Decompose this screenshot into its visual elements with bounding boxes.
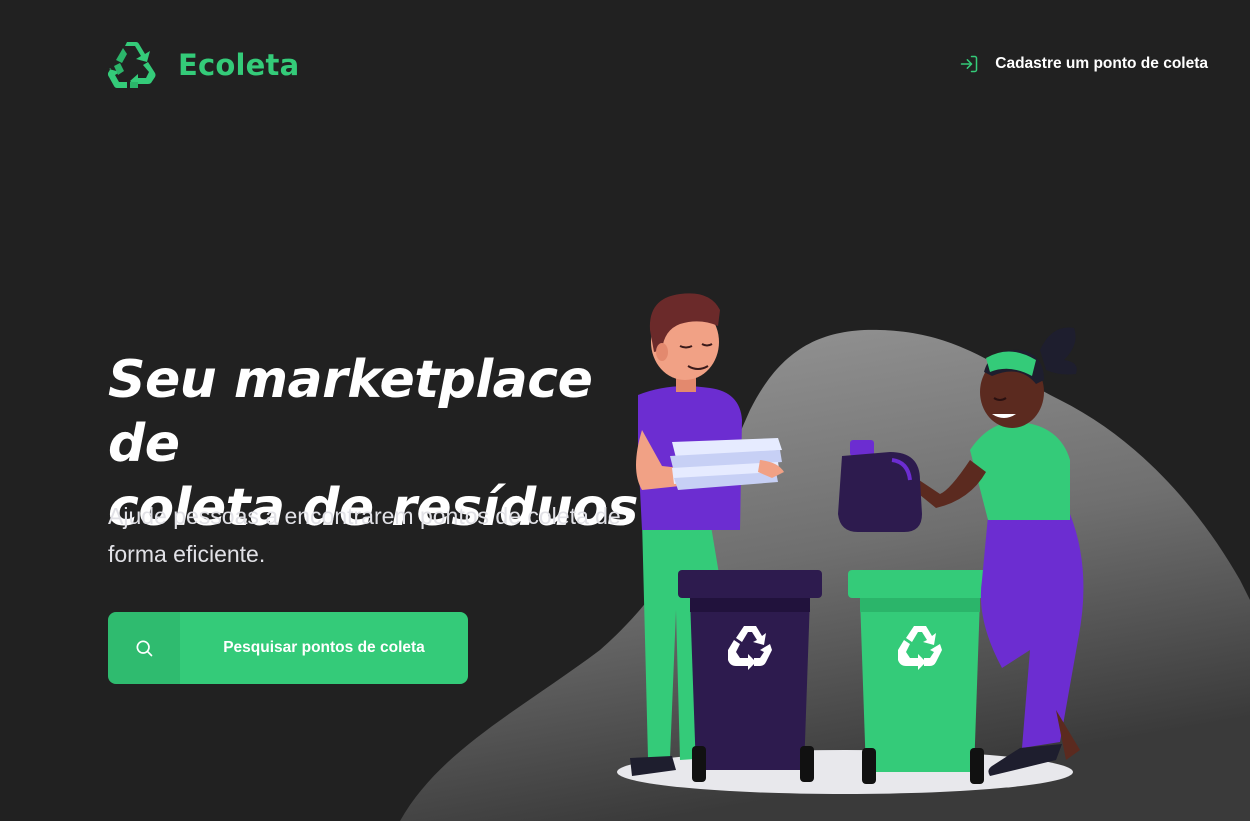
dark-recycling-bin bbox=[678, 570, 822, 782]
green-recycling-bin bbox=[848, 570, 992, 784]
register-collection-point-link[interactable]: Cadastre um ponto de coleta bbox=[959, 54, 1208, 74]
background-blob bbox=[400, 329, 1250, 821]
search-icon bbox=[136, 640, 153, 657]
search-button-icon-box bbox=[108, 612, 180, 684]
brand[interactable]: Ecoleta bbox=[108, 42, 299, 88]
register-link-label: Cadastre um ponto de coleta bbox=[995, 55, 1208, 72]
landing-page: Ecoleta Cadastre um ponto de coleta Seu … bbox=[0, 0, 1250, 821]
brand-name: Ecoleta bbox=[178, 48, 300, 82]
log-in-icon bbox=[961, 55, 978, 73]
recycle-icon bbox=[108, 42, 156, 88]
recycling-people-illustration bbox=[400, 293, 1250, 821]
